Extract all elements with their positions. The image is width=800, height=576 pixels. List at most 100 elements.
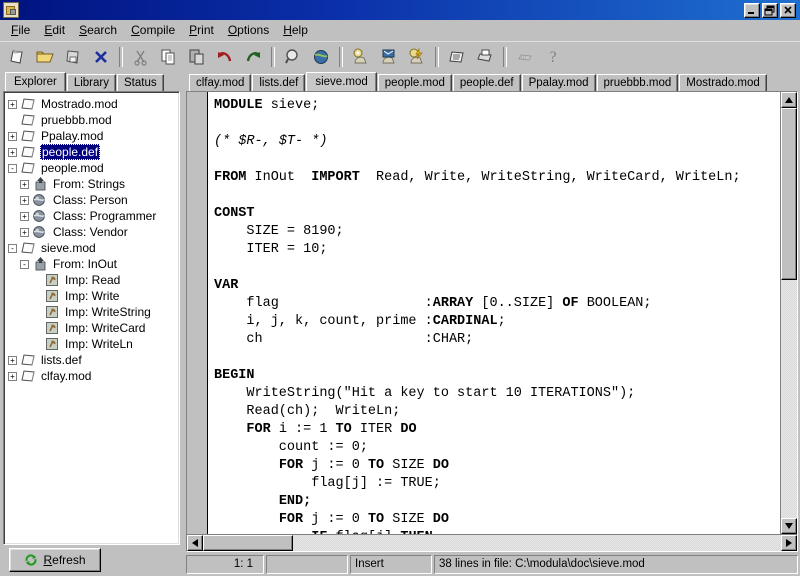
tree-item[interactable]: +Ppalay.mod	[8, 128, 179, 144]
minimize-button[interactable]	[744, 3, 760, 18]
new-file-icon[interactable]	[4, 45, 30, 69]
menu-search[interactable]: Search	[72, 21, 124, 39]
undo-arrow-icon[interactable]	[212, 45, 238, 69]
tree-expand-icon[interactable]: +	[20, 212, 29, 221]
scroll-right-arrow-icon[interactable]	[781, 535, 797, 551]
tree-collapse-icon[interactable]: -	[20, 260, 29, 269]
tree-item[interactable]: + Class: Vendor	[8, 224, 179, 240]
editor-tab[interactable]: people.def	[453, 74, 521, 91]
tree-item[interactable]: -From: InOut	[8, 256, 179, 272]
vertical-scroll-thumb[interactable]	[781, 108, 797, 280]
horizontal-scroll-thumb[interactable]	[203, 535, 293, 551]
tab-status[interactable]: Status	[117, 74, 164, 91]
tree-item-label: Imp: Read	[64, 273, 121, 287]
status-insert-mode: Insert	[350, 555, 432, 574]
tree-expand-icon[interactable]: +	[8, 148, 17, 157]
editor-tab[interactable]: Mostrado.mod	[679, 74, 767, 91]
browse-icon[interactable]	[512, 45, 538, 69]
scroll-down-arrow-icon[interactable]	[781, 518, 797, 534]
project-tree[interactable]: +Mostrado.modpruebbb.mod+Ppalay.mod+peop…	[3, 91, 180, 545]
code-span: Read, Write, WriteString, WriteCard, Wri…	[360, 170, 741, 185]
build-run-gear-icon[interactable]	[404, 45, 430, 69]
menu-compile[interactable]: Compile	[124, 21, 182, 39]
code-line: VAR	[214, 277, 780, 295]
window-controls	[744, 3, 798, 18]
scroll-left-arrow-icon[interactable]	[187, 535, 203, 551]
editor-tab[interactable]: people.mod	[378, 74, 452, 91]
code-line	[214, 187, 780, 205]
tree-item[interactable]: Imp: WriteLn	[8, 336, 179, 352]
tree-collapse-icon[interactable]: -	[8, 244, 17, 253]
menu-edit[interactable]: Edit	[37, 21, 72, 39]
scroll-up-arrow-icon[interactable]	[781, 92, 797, 108]
editor-tab[interactable]: sieve.mod	[306, 72, 376, 91]
editor-tab[interactable]: lists.def	[252, 74, 305, 91]
menu-options[interactable]: Options	[221, 21, 276, 39]
help-question-icon[interactable]: ?	[540, 45, 566, 69]
tree-item[interactable]: +clfay.mod	[8, 368, 179, 384]
tree-expand-icon[interactable]: +	[8, 372, 17, 381]
tree-expand-icon[interactable]: +	[8, 100, 17, 109]
code-line: FROM InOut IMPORT Read, Write, WriteStri…	[214, 169, 780, 187]
project-icon[interactable]	[444, 45, 470, 69]
vertical-scroll-track[interactable]	[781, 108, 797, 518]
tree-item[interactable]: +Mostrado.mod	[8, 96, 179, 112]
horizontal-scroll-track[interactable]	[203, 535, 781, 551]
tab-explorer[interactable]: Explorer	[5, 72, 66, 91]
menu-print[interactable]: Print	[182, 21, 221, 39]
tree-expand-icon[interactable]: +	[8, 132, 17, 141]
code-span	[214, 422, 246, 437]
tree-item-label: Class: Vendor	[52, 225, 129, 239]
compile-gear-icon[interactable]	[348, 45, 374, 69]
code-span: ;	[498, 314, 506, 329]
refresh-button[interactable]: Refresh	[9, 548, 101, 572]
code-text-area[interactable]: MODULE sieve; (* $R-, $T- *) FROM InOut …	[208, 92, 780, 534]
menu-help[interactable]: Help	[276, 21, 315, 39]
editor-tab[interactable]: clfay.mod	[189, 74, 251, 91]
tree-expand-icon[interactable]: +	[20, 228, 29, 237]
close-x-icon[interactable]	[88, 45, 114, 69]
tree-item[interactable]: +Class: Person	[8, 192, 179, 208]
tree-item[interactable]: Imp: WriteCard	[8, 320, 179, 336]
code-span: END;	[279, 494, 311, 509]
tree-item[interactable]: +From: Strings	[8, 176, 179, 192]
import-icon	[32, 257, 49, 271]
editor-horizontal-scrollbar[interactable]	[187, 534, 797, 551]
tree-item[interactable]: Imp: Write	[8, 288, 179, 304]
code-span: CONST	[214, 206, 255, 221]
tree-expand-icon[interactable]: +	[20, 196, 29, 205]
tree-item[interactable]: Imp: Read	[8, 272, 179, 288]
code-span: TO	[336, 422, 352, 437]
globe-icon[interactable]	[308, 45, 334, 69]
editor-tab[interactable]: pruebbb.mod	[597, 74, 679, 91]
copy-icon[interactable]	[156, 45, 182, 69]
close-button[interactable]	[780, 3, 796, 18]
menu-bar: File Edit Search Compile Print Options H…	[0, 20, 800, 41]
open-folder-icon[interactable]	[32, 45, 58, 69]
make-gear-icon[interactable]	[376, 45, 402, 69]
tree-item[interactable]: -people.mod	[8, 160, 179, 176]
tree-item[interactable]: pruebbb.mod	[8, 112, 179, 128]
redo-arrow-icon[interactable]	[240, 45, 266, 69]
module-icon	[20, 113, 37, 127]
tree-item[interactable]: Imp: WriteString	[8, 304, 179, 320]
tree-collapse-icon[interactable]: -	[8, 164, 17, 173]
tree-item[interactable]: -sieve.mod	[8, 240, 179, 256]
save-file-icon[interactable]	[60, 45, 86, 69]
menu-file[interactable]: File	[4, 21, 37, 39]
tab-library[interactable]: Library	[67, 74, 116, 91]
tree-item[interactable]: +Class: Programmer	[8, 208, 179, 224]
status-bar: 1: 1 Insert 38 lines in file: C:\modula\…	[186, 555, 798, 574]
restore-button[interactable]	[762, 3, 778, 18]
tree-item[interactable]: +lists.def	[8, 352, 179, 368]
tree-expand-icon[interactable]: +	[8, 356, 17, 365]
tree-item[interactable]: +people.def	[8, 144, 179, 160]
find-magnifier-icon[interactable]	[280, 45, 306, 69]
print-icon[interactable]	[472, 45, 498, 69]
paste-icon[interactable]	[184, 45, 210, 69]
app-icon[interactable]	[3, 2, 19, 18]
tree-expand-icon[interactable]: +	[20, 180, 29, 189]
cut-scissors-icon[interactable]	[128, 45, 154, 69]
editor-tab[interactable]: Ppalay.mod	[522, 74, 596, 91]
editor-vertical-scrollbar[interactable]	[780, 92, 797, 534]
